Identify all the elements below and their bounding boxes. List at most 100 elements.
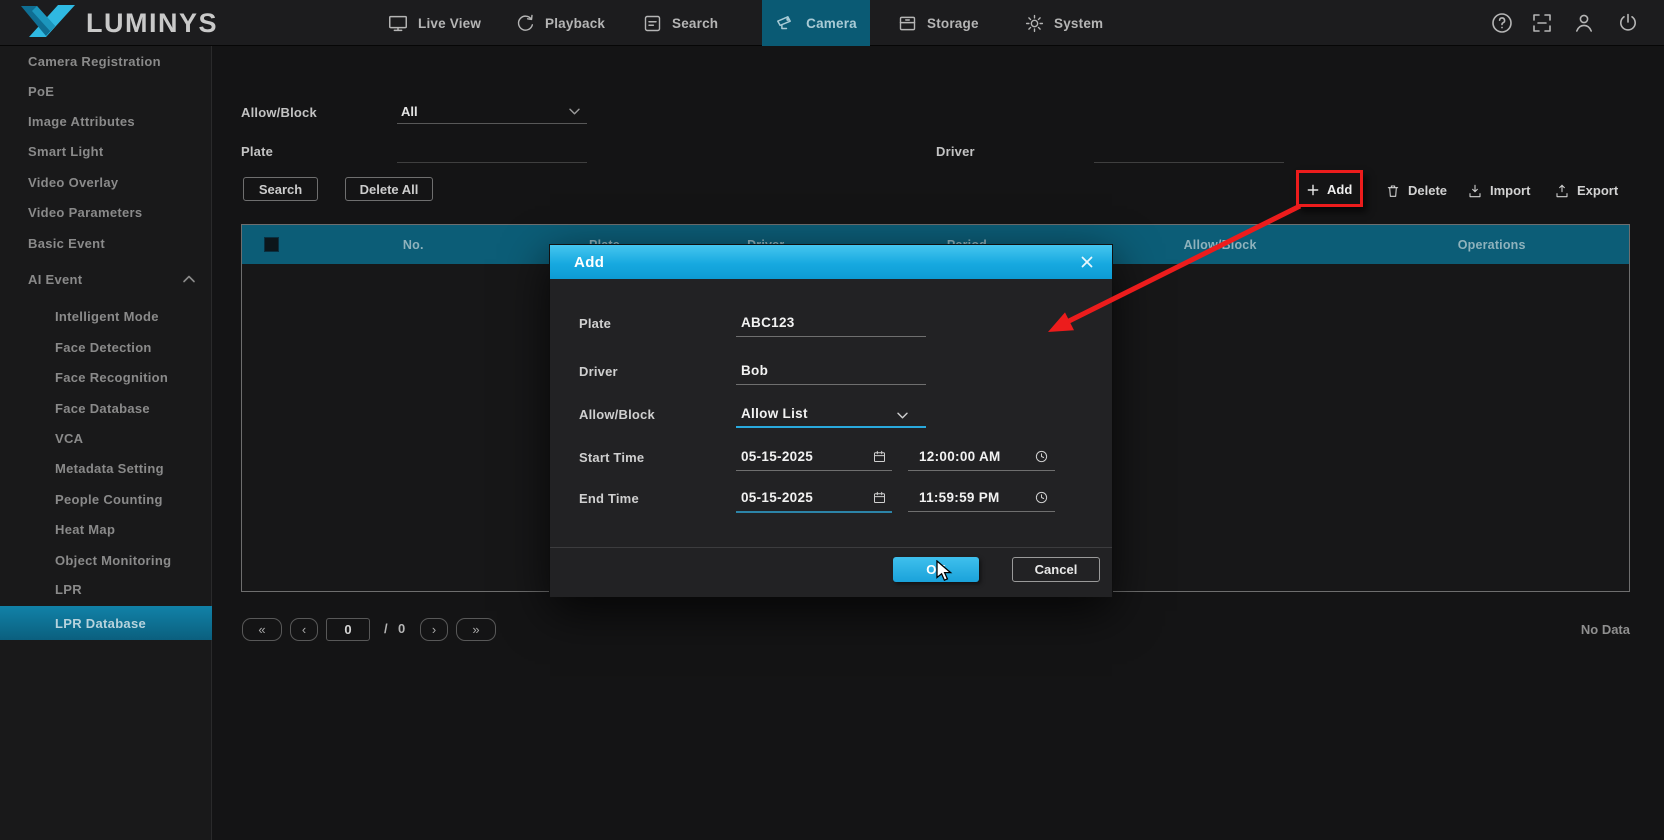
chevron-up-icon[interactable] xyxy=(182,274,196,284)
driver-filter-input[interactable] xyxy=(1094,162,1284,163)
export-label: Export xyxy=(1577,183,1618,198)
sidebar-item-metadata-setting[interactable]: Metadata Setting xyxy=(55,461,164,477)
clock-icon[interactable] xyxy=(1034,449,1049,464)
sidebar-item-smart-light[interactable]: Smart Light xyxy=(28,144,104,160)
tab-storage[interactable]: Storage xyxy=(897,0,979,46)
user-icon[interactable] xyxy=(1572,11,1596,35)
sidebar-item-camera-registration[interactable]: Camera Registration xyxy=(28,54,161,70)
allow-block-selected-value: All xyxy=(401,104,418,119)
calendar-icon[interactable] xyxy=(872,449,887,464)
system-gear-icon xyxy=(1024,13,1045,34)
brand-logo: LUMINYS xyxy=(20,5,218,41)
tab-label: System xyxy=(1054,16,1103,31)
allow-block-select[interactable]: All xyxy=(397,100,587,124)
plate-filter-label: Plate xyxy=(241,144,273,159)
column-operations: Operations xyxy=(1354,238,1629,252)
sidebar-item-vca[interactable]: VCA xyxy=(55,431,83,447)
dialog-start-date-value[interactable]: 05-15-2025 xyxy=(741,449,813,464)
sidebar-item-people-counting[interactable]: People Counting xyxy=(55,492,163,508)
sidebar-item-object-monitoring[interactable]: Object Monitoring xyxy=(55,553,171,569)
playback-icon xyxy=(515,13,536,34)
dialog-start-date-underline xyxy=(736,470,892,471)
chevron-down-icon[interactable] xyxy=(896,411,909,420)
calendar-icon[interactable] xyxy=(872,490,887,505)
allow-block-filter-label: Allow/Block xyxy=(241,105,317,120)
first-page-button[interactable]: « xyxy=(242,618,282,641)
sidebar-item-basic-event[interactable]: Basic Event xyxy=(28,236,105,252)
add-dialog: Add Plate ABC123 Driver Bob Allow/Block … xyxy=(550,245,1112,597)
delete-button[interactable]: Delete xyxy=(1385,182,1447,199)
sidebar-item-ai-event[interactable]: AI Event xyxy=(28,272,82,288)
close-icon[interactable] xyxy=(1080,255,1094,269)
prev-page-button[interactable]: ‹ xyxy=(290,618,318,641)
sidebar-item-face-detection[interactable]: Face Detection xyxy=(55,340,152,356)
tab-label: Storage xyxy=(927,16,979,31)
delete-all-button[interactable]: Delete All xyxy=(345,177,433,201)
help-icon[interactable] xyxy=(1490,11,1514,35)
column-no: No. xyxy=(301,238,526,252)
dialog-footer-divider xyxy=(550,547,1112,548)
page-number-input[interactable]: 0 xyxy=(326,618,370,641)
plate-filter-input[interactable] xyxy=(397,162,587,163)
sidebar-item-heat-map[interactable]: Heat Map xyxy=(55,522,115,538)
ok-button[interactable]: OK xyxy=(893,557,979,582)
sidebar-item-intelligent-mode[interactable]: Intelligent Mode xyxy=(55,309,159,325)
column-allow-block: Allow/Block xyxy=(1086,238,1355,252)
select-all-checkbox[interactable] xyxy=(264,237,279,252)
import-download-icon xyxy=(1467,183,1483,199)
sidebar-item-face-database[interactable]: Face Database xyxy=(55,401,150,417)
dialog-plate-label: Plate xyxy=(579,316,611,331)
sidebar: Camera Registration PoE Image Attributes… xyxy=(0,46,212,840)
dialog-driver-underline xyxy=(736,384,926,385)
cancel-button[interactable]: Cancel xyxy=(1012,557,1100,582)
dialog-end-time-underline xyxy=(908,511,1055,512)
import-button[interactable]: Import xyxy=(1467,182,1530,199)
sidebar-item-video-parameters[interactable]: Video Parameters xyxy=(28,205,142,221)
dialog-start-time-label: Start Time xyxy=(579,450,644,465)
app-window: LUMINYS Live View Playback Search Camera xyxy=(0,0,1664,840)
sidebar-item-face-recognition[interactable]: Face Recognition xyxy=(55,370,168,386)
next-page-button[interactable]: › xyxy=(420,618,448,641)
add-button[interactable]: Add xyxy=(1306,181,1352,198)
tab-playback[interactable]: Playback xyxy=(515,0,605,46)
dialog-start-time-underline xyxy=(908,470,1055,471)
sidebar-item-lpr[interactable]: LPR xyxy=(55,582,82,598)
add-label: Add xyxy=(1327,182,1352,197)
dialog-title: Add xyxy=(574,254,604,271)
sidebar-item-image-attributes[interactable]: Image Attributes xyxy=(28,114,135,130)
page-total: 0 xyxy=(398,621,405,636)
driver-filter-label: Driver xyxy=(936,144,975,159)
dialog-end-date-value[interactable]: 05-15-2025 xyxy=(741,490,813,505)
tab-live-view[interactable]: Live View xyxy=(387,0,481,46)
dialog-title-bar: Add xyxy=(550,245,1112,279)
brand-name: LUMINYS xyxy=(86,8,218,39)
sidebar-item-video-overlay[interactable]: Video Overlay xyxy=(28,175,118,191)
page-separator: / xyxy=(384,621,388,636)
tab-camera[interactable]: Camera xyxy=(762,0,870,46)
scan-fullscreen-icon[interactable] xyxy=(1530,11,1554,35)
search-records-icon xyxy=(642,13,663,34)
sidebar-item-lpr-database[interactable]: LPR Database xyxy=(0,606,212,640)
tab-system[interactable]: System xyxy=(1024,0,1103,46)
tab-search[interactable]: Search xyxy=(642,0,718,46)
dialog-start-time-value[interactable]: 12:00:00 AM xyxy=(919,449,1001,464)
export-button[interactable]: Export xyxy=(1554,182,1618,199)
monitor-icon xyxy=(387,12,409,34)
chevron-down-icon xyxy=(568,107,581,116)
tab-label: Playback xyxy=(545,16,605,31)
plus-icon xyxy=(1306,183,1320,197)
dialog-driver-value[interactable]: Bob xyxy=(741,363,768,378)
luminys-logo-icon xyxy=(20,5,76,41)
dialog-plate-value[interactable]: ABC123 xyxy=(741,315,795,330)
clock-icon[interactable] xyxy=(1034,490,1049,505)
dialog-allow-block-value[interactable]: Allow List xyxy=(741,406,808,421)
tab-label: Live View xyxy=(418,16,481,31)
sidebar-item-poe[interactable]: PoE xyxy=(28,84,54,100)
power-icon[interactable] xyxy=(1616,11,1640,35)
tab-label: Camera xyxy=(806,16,857,31)
last-page-button[interactable]: » xyxy=(456,618,496,641)
dialog-allow-block-label: Allow/Block xyxy=(579,407,655,422)
dialog-end-date-underline xyxy=(736,511,892,513)
dialog-end-time-value[interactable]: 11:59:59 PM xyxy=(919,490,1000,505)
search-button[interactable]: Search xyxy=(243,177,318,201)
